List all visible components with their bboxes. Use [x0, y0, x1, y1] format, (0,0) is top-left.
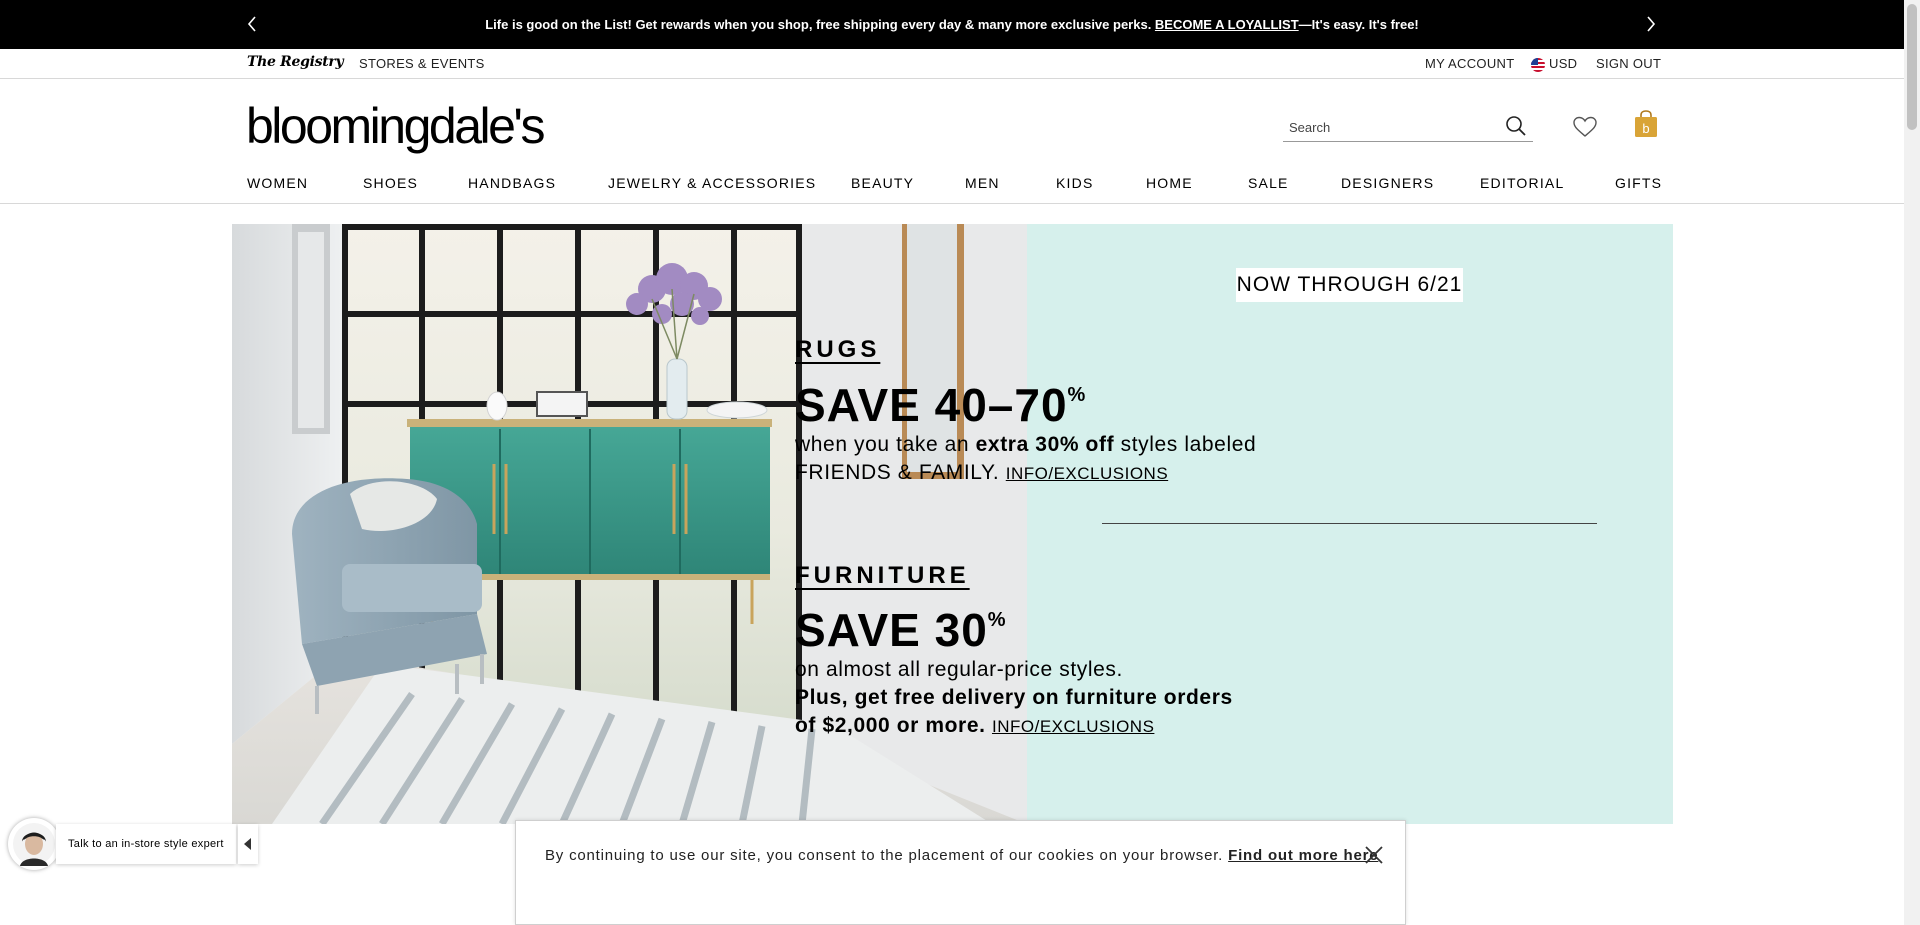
rugs-detail-line-1: when you take an extra 30% off styles la… — [795, 433, 1441, 457]
promo-prev-button[interactable] — [242, 14, 262, 34]
chat-collapse-button[interactable] — [237, 824, 258, 864]
page-scrollbar[interactable] — [1904, 0, 1920, 925]
chat-label[interactable]: Talk to an in-store style expert — [56, 824, 236, 864]
close-icon[interactable] — [1363, 844, 1385, 866]
stylist-avatar[interactable] — [8, 818, 60, 870]
promo-date-badge: NOW THROUGH 6/21 — [1236, 268, 1463, 302]
nav-gifts[interactable]: GIFTS — [1615, 175, 1662, 191]
chevron-left-icon — [247, 16, 256, 32]
nav-sale[interactable]: SALE — [1248, 175, 1289, 191]
rugs-line1-post: styles labeled — [1114, 433, 1257, 456]
my-account-link[interactable]: MY ACCOUNT — [1425, 56, 1514, 71]
promo-next-button[interactable] — [1641, 14, 1661, 34]
rugs-heading: RUGS — [795, 336, 1441, 364]
svg-text:b: b — [1642, 121, 1649, 136]
furniture-heading: FURNITURE — [795, 562, 1441, 590]
furniture-line3: of $2,000 or more. — [795, 714, 986, 737]
main-nav: WOMEN SHOES HANDBAGS JEWELRY & ACCESSORI… — [0, 168, 1904, 204]
nav-shoes[interactable]: SHOES — [363, 175, 418, 191]
rugs-line1-bold: extra 30% off — [975, 433, 1115, 456]
nav-men[interactable]: MEN — [965, 175, 1000, 191]
bloomingdales-logo[interactable]: bloomingdale's — [246, 100, 545, 152]
promo-text: Life is good on the List! Get rewards wh… — [485, 17, 1155, 32]
nav-jewelry-accessories[interactable]: JEWELRY & ACCESSORIES — [608, 175, 816, 191]
nav-beauty[interactable]: BEAUTY — [851, 175, 914, 191]
rugs-line1-pre: when you take an — [795, 433, 976, 456]
rugs-percent: % — [1067, 383, 1087, 406]
nav-home[interactable]: HOME — [1146, 175, 1193, 191]
promo-bar: Life is good on the List! Get rewards wh… — [0, 0, 1904, 49]
cookie-text: By continuing to use our site, you conse… — [545, 847, 1229, 864]
search-icon[interactable] — [1505, 115, 1527, 137]
nav-handbags[interactable]: HANDBAGS — [468, 175, 556, 191]
style-expert-chat[interactable]: Talk to an in-store style expert — [8, 818, 258, 870]
rugs-detail-line-2: FRIENDS & FAMILY. INFO/EXCLUSIONS — [795, 461, 1441, 485]
us-flag-icon[interactable] — [1531, 58, 1545, 72]
rugs-line2: FRIENDS & FAMILY. — [795, 461, 1000, 484]
nav-kids[interactable]: KIDS — [1056, 175, 1093, 191]
rugs-info-exclusions-link[interactable]: INFO/EXCLUSIONS — [1006, 464, 1168, 483]
nav-designers[interactable]: DESIGNERS — [1341, 175, 1434, 191]
furniture-detail-line-1: on almost all regular-price styles. — [795, 658, 1123, 681]
rugs-save-text: SAVE 40–70 — [795, 379, 1068, 431]
shopping-bag-icon[interactable]: b — [1634, 110, 1658, 138]
heart-icon[interactable] — [1572, 115, 1598, 139]
furniture-save-headline: SAVE 30% — [795, 603, 1441, 657]
chevron-right-icon — [1647, 16, 1656, 32]
furniture-percent: % — [987, 608, 1007, 631]
furniture-link[interactable]: FURNITURE — [795, 562, 970, 589]
person-icon — [13, 823, 55, 866]
nav-editorial[interactable]: EDITORIAL — [1480, 175, 1564, 191]
scrollbar-thumb[interactable] — [1907, 4, 1917, 130]
furniture-detail-line-2: Plus, get free delivery on furniture ord… — [795, 686, 1233, 709]
registry-link[interactable]: The Registry — [247, 54, 344, 70]
caret-left-icon — [243, 838, 251, 850]
stores-events-link[interactable]: STORES & EVENTS — [359, 56, 485, 71]
rugs-save-headline: SAVE 40–70% — [795, 378, 1441, 432]
sign-out-link[interactable]: SIGN OUT — [1596, 56, 1661, 71]
search-bar — [1283, 112, 1533, 142]
currency-selector[interactable]: USD — [1549, 56, 1577, 71]
furniture-info-exclusions-link[interactable]: INFO/EXCLUSIONS — [992, 717, 1154, 736]
promo-tail: —It's easy. It's free! — [1298, 17, 1419, 32]
cookie-find-out-more-link[interactable]: Find out more here — [1228, 847, 1378, 864]
promo-divider — [1102, 523, 1597, 524]
furniture-detail-line-3: of $2,000 or more. INFO/EXCLUSIONS — [795, 714, 1441, 738]
rugs-link[interactable]: RUGS — [795, 336, 880, 363]
promo-message: Life is good on the List! Get rewards wh… — [485, 17, 1419, 32]
search-input[interactable] — [1289, 117, 1489, 137]
furniture-save-text: SAVE 30 — [795, 604, 988, 656]
nav-women[interactable]: WOMEN — [247, 175, 308, 191]
cookie-message: By continuing to use our site, you conse… — [545, 847, 1378, 864]
utility-bar: The Registry STORES & EVENTS MY ACCOUNT … — [0, 49, 1904, 79]
cookie-banner: By continuing to use our site, you conse… — [515, 820, 1406, 925]
become-loyallist-link[interactable]: BECOME A LOYALLIST — [1155, 17, 1299, 32]
